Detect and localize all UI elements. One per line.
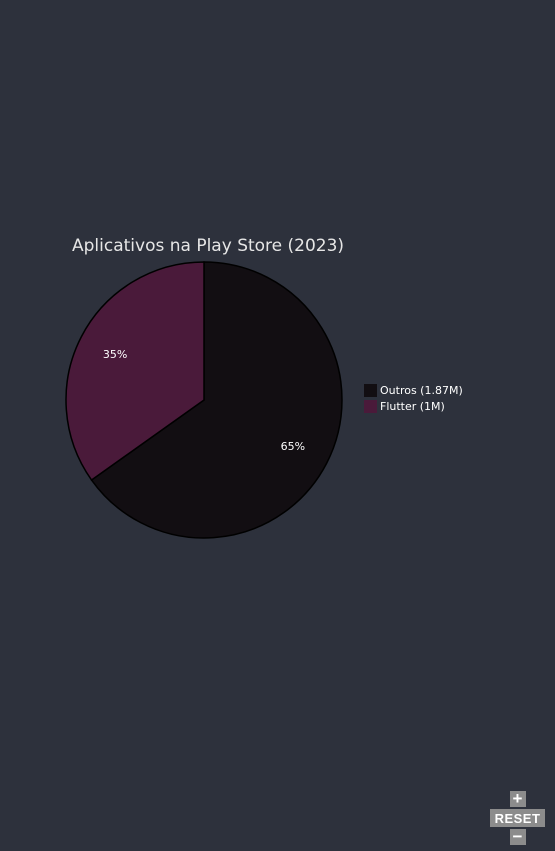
zoom-out-button[interactable]: − xyxy=(509,828,526,845)
chart-legend: Outros (1.87M) Flutter (1M) xyxy=(364,384,463,413)
zoom-in-button[interactable]: + xyxy=(509,790,526,807)
legend-label-0: Outros (1.87M) xyxy=(380,384,463,397)
chart-title: Aplicativos na Play Store (2023) xyxy=(72,236,344,256)
slice-percent-label-0: 65% xyxy=(281,440,305,453)
chart-stage: Aplicativos na Play Store (2023) 65% 35% … xyxy=(0,0,555,851)
legend-label-1: Flutter (1M) xyxy=(380,400,445,413)
slice-percent-label-1: 35% xyxy=(103,348,127,361)
pie-slices xyxy=(65,261,343,539)
legend-swatch-1[interactable] xyxy=(364,400,377,413)
pie-chart: Aplicativos na Play Store (2023) 65%35% … xyxy=(65,236,463,539)
legend-swatch-0[interactable] xyxy=(364,384,377,397)
zoom-controls: + RESET − xyxy=(490,790,545,845)
reset-button[interactable]: RESET xyxy=(490,809,545,827)
